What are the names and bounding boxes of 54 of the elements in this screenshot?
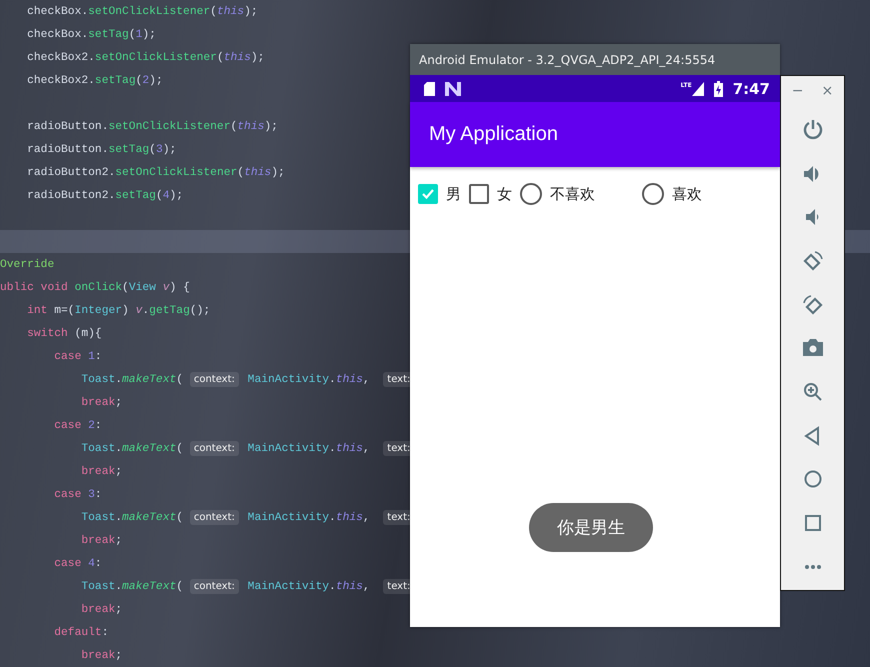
parameter-hint: context: <box>190 579 239 594</box>
code-text: radioButton2.setOnClickListener(this); <box>26 166 285 178</box>
code-text: ublic void onClick(View v) { <box>0 282 190 294</box>
code-text: case 1: <box>53 350 102 362</box>
code-text: checkBox.setOnClickListener(this); <box>26 6 258 18</box>
code-text: break; <box>80 650 122 662</box>
code-text: switch (m){ <box>26 328 102 340</box>
checkbox[interactable]: 男 <box>418 184 461 204</box>
code-text: case 3: <box>53 488 102 500</box>
clock: 7:47 <box>732 80 770 98</box>
code-text: break; <box>80 604 122 616</box>
zoom-in-icon[interactable] <box>802 380 824 403</box>
power-icon[interactable] <box>802 118 824 141</box>
parameter-hint: context: <box>190 510 239 525</box>
code-text: break; <box>80 396 122 408</box>
code-text: case 4: <box>53 558 102 570</box>
code-text: Override <box>0 258 54 270</box>
checkbox[interactable]: 女 <box>469 184 512 204</box>
code-text: checkBox2.setTag(2); <box>26 74 163 86</box>
signal-icon <box>692 82 704 96</box>
code-text: default: <box>53 626 108 638</box>
code-text: radioButton.setOnClickListener(this); <box>26 120 278 132</box>
code-text: Toast.makeText( <box>80 442 184 454</box>
sd-card-icon <box>424 82 435 96</box>
rotate-right-icon[interactable] <box>802 294 824 316</box>
close-button[interactable]: × <box>822 83 834 99</box>
code-text: break; <box>80 534 122 546</box>
code-text: radioButton.setTag(3); <box>26 144 176 156</box>
code-text: Toast.makeText( <box>80 580 184 592</box>
window-title: Android Emulator - 3.2_QVGA_ADP2_API_24:5554 <box>410 44 780 75</box>
code-text: case 2: <box>53 420 102 432</box>
battery-icon <box>714 80 723 96</box>
home-circle-icon[interactable] <box>802 468 824 490</box>
code-text: radioButton2.setTag(4); <box>26 190 184 202</box>
code-text: Toast.makeText( <box>80 374 184 386</box>
rotate-left-icon[interactable] <box>802 250 824 272</box>
check-icon <box>421 187 435 201</box>
code-text: int m=(Integer) v.getTag(); <box>26 304 210 316</box>
notification-icon <box>445 82 461 96</box>
app-title: My Application <box>429 123 558 146</box>
code-text: break; <box>80 466 122 478</box>
code-text: Toast.makeText( <box>80 512 184 524</box>
code-text: MainActivity.this, <box>246 374 371 386</box>
code-text: MainActivity.this, <box>246 512 371 524</box>
minimize-button[interactable]: − <box>792 83 804 99</box>
code-text: MainActivity.this, <box>246 580 371 592</box>
parameter-hint: context: <box>190 372 239 387</box>
code-text: checkBox2.setOnClickListener(this); <box>26 52 264 64</box>
radio-button[interactable]: 不喜欢 <box>520 183 634 205</box>
radio-button[interactable]: 喜欢 <box>642 183 756 205</box>
code-text: MainActivity.this, <box>246 442 371 454</box>
code-text: checkBox.setTag(1); <box>26 28 156 40</box>
parameter-hint: context: <box>190 441 239 456</box>
toast-message: 你是男生 <box>529 503 653 552</box>
